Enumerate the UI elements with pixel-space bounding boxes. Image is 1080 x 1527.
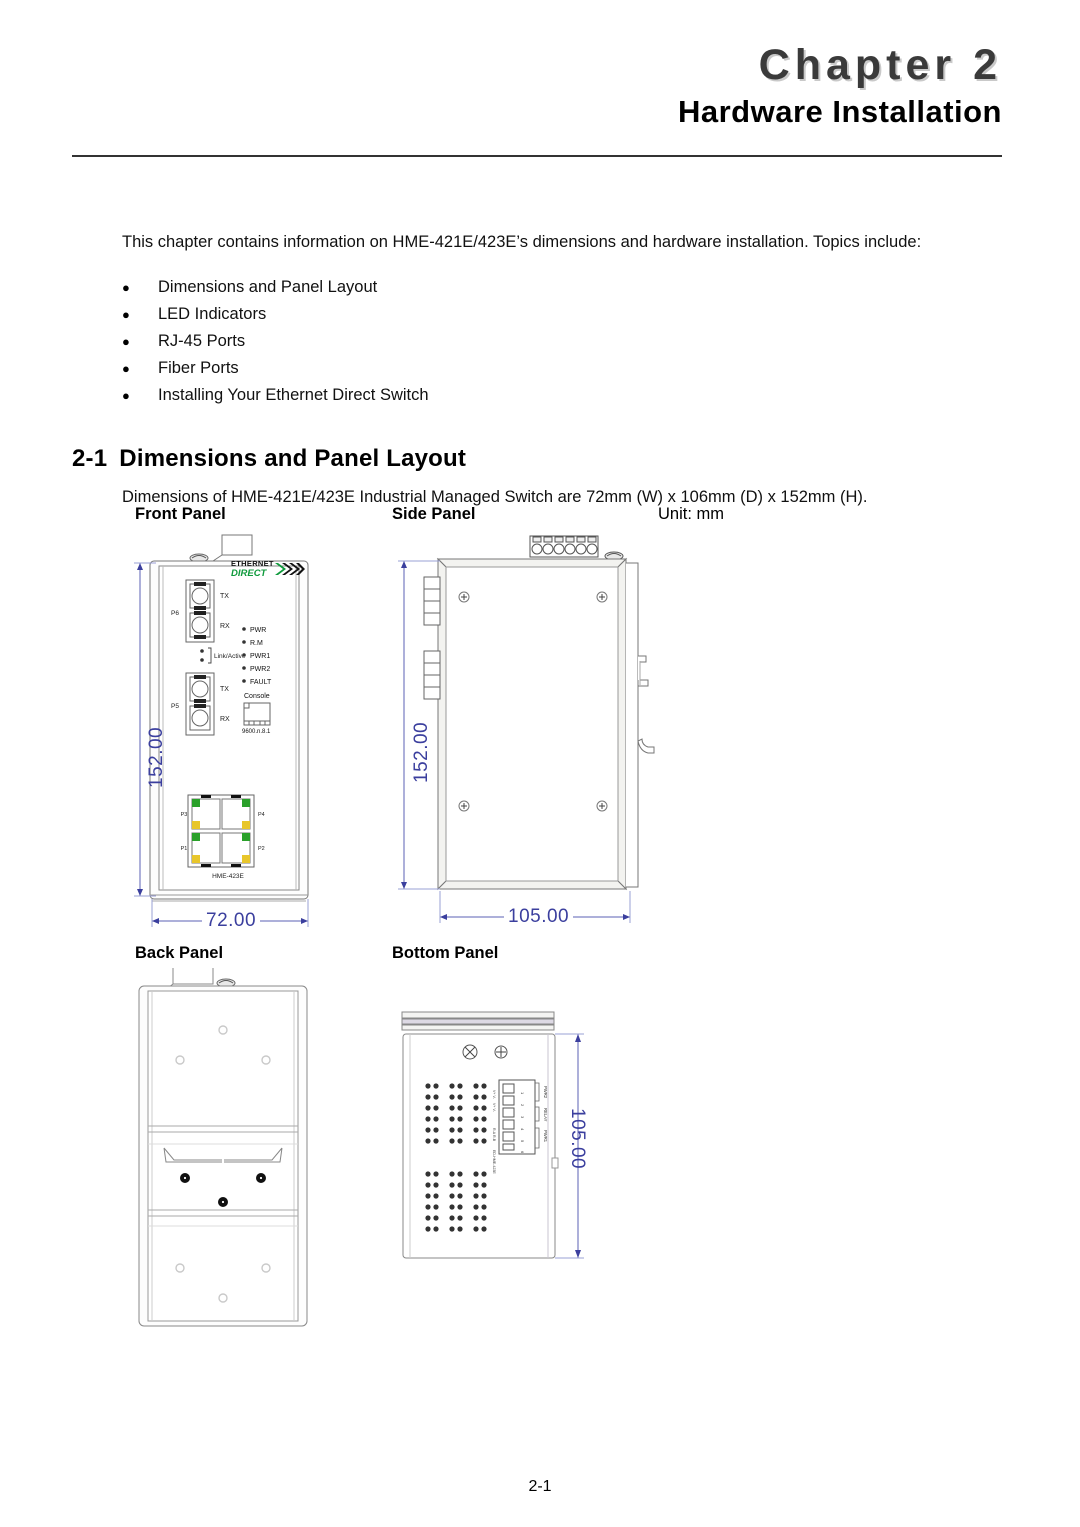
bullet-icon: ●: [122, 388, 130, 403]
chapter-label: Chapter 2: [758, 41, 1002, 89]
fiber-port-p6: [185, 579, 215, 643]
bottom-panel-caption: Bottom Panel: [392, 944, 499, 962]
front-panel-diagram: ETHERNET DIRECT P6 TX RX Link/Active P5 …: [130, 533, 355, 938]
terminal-block: [529, 535, 599, 558]
list-item: ● LED Indicators: [122, 301, 952, 328]
svg-text:R-A R-B: R-A R-B: [492, 1128, 496, 1142]
port-label-p6: P6: [171, 610, 179, 617]
list-item-label: Installing Your Ethernet Direct Switch: [158, 386, 429, 404]
top-rail: [401, 1011, 555, 1031]
chapter-title: Hardware Installation: [677, 94, 1002, 129]
rj45-label-p1: P1: [181, 846, 188, 852]
led-label-pwr: PWR: [250, 627, 266, 634]
rj45-port-p4: [221, 795, 251, 830]
bullet-icon: ●: [122, 334, 130, 349]
model-label: HME-423E: [212, 873, 244, 880]
port-rx-label: RX: [220, 716, 230, 723]
list-item: ● Installing Your Ethernet Direct Switch: [122, 382, 952, 409]
port-tx-label: TX: [220, 593, 229, 600]
bullet-icon: ●: [122, 307, 130, 322]
rj45-port-p1: [191, 832, 221, 867]
bottom-panel-diagram: V+ V- V+ V- R-A R-B ED-HME-423E 1 2 3 4 …: [392, 1008, 602, 1286]
list-item: ● RJ-45 Ports: [122, 328, 952, 355]
side-flange-top: [423, 576, 441, 626]
bullet-icon: ●: [122, 280, 130, 295]
side-panel-caption: Side Panel: [392, 505, 476, 523]
side-panel-diagram: 152.00 105.00: [392, 533, 712, 943]
svg-text:ETHERNET: ETHERNET: [231, 559, 274, 568]
section-description: Dimensions of HME-421E/423E Industrial M…: [122, 487, 868, 506]
list-item-label: LED Indicators: [158, 305, 267, 323]
list-item-label: RJ-45 Ports: [158, 332, 246, 350]
page-number: 2-1: [528, 1478, 552, 1495]
rj45-label-p3: P3: [181, 812, 188, 818]
vent-side-labels: V+ V- V+ V- R-A R-B ED-HME-423E: [492, 1090, 496, 1174]
list-item: ● Dimensions and Panel Layout: [122, 274, 952, 301]
din-rail-clip: [626, 562, 655, 888]
port-label-p5: P5: [171, 703, 179, 710]
header-divider: [72, 155, 1002, 157]
front-panel-width-dim: 72.00: [202, 910, 261, 932]
port-tx-label: TX: [220, 686, 229, 693]
topic-list: ● Dimensions and Panel Layout ● LED Indi…: [122, 274, 952, 409]
bullet-icon: ●: [122, 361, 130, 376]
section-number: 2-1: [72, 444, 108, 472]
section-title: Dimensions and Panel Layout: [119, 444, 467, 472]
front-panel-caption: Front Panel: [135, 505, 226, 523]
side-flange-bottom: [423, 650, 441, 700]
fiber-port-p5: [185, 672, 215, 736]
side-panel-svg: [398, 535, 655, 923]
svg-text:RELAY: RELAY: [543, 1108, 548, 1122]
back-panel-caption: Back Panel: [135, 944, 224, 962]
rj45-port-p2: [221, 832, 251, 867]
link-active-label: Link/Active: [214, 653, 246, 660]
svg-text:V+ V-: V+ V-: [492, 1103, 496, 1113]
back-panel-diagram: [128, 968, 323, 1346]
front-panel-height-dim: 152.00: [146, 726, 167, 788]
list-item-label: Fiber Ports: [158, 359, 239, 377]
unit-note: Unit: mm: [658, 505, 724, 523]
back-panel-svg: [138, 968, 308, 1327]
led-label-rm: R.M: [250, 640, 263, 647]
port-rx-label: RX: [220, 623, 230, 630]
list-item-label: Dimensions and Panel Layout: [158, 278, 378, 296]
rj45-label-p2: P2: [258, 846, 265, 852]
led-label-pwr2: PWR2: [250, 666, 270, 673]
console-setting-label: 9600.n.8.1: [242, 729, 271, 735]
console-label: Console: [244, 693, 270, 700]
bottom-panel-depth-dim: 105.00: [567, 1108, 588, 1170]
side-panel-height-dim: 152.00: [411, 721, 432, 783]
section-heading: 2-1 Dimensions and Panel Layout: [72, 445, 466, 473]
svg-text:PWR2: PWR2: [543, 1086, 548, 1099]
bottom-terminal-block: [498, 1079, 536, 1155]
model-code-label: ED-HME-423E: [492, 1150, 496, 1174]
svg-text:PWR1: PWR1: [543, 1130, 548, 1143]
svg-text:V+ V-: V+ V-: [492, 1090, 496, 1100]
chapter-header: Chapter 2 Hardware Installation: [72, 44, 1002, 132]
led-label-pwr1: PWR1: [250, 653, 270, 660]
svg-text:DIRECT: DIRECT: [231, 568, 268, 579]
rj45-port-cluster: P3 P4 P1 P2: [181, 794, 265, 868]
terminal-group-labels: PWR2 RELAY PWR1: [543, 1086, 548, 1143]
rj45-label-p4: P4: [258, 812, 265, 818]
console-rj45-jack: [243, 702, 271, 726]
side-panel-width-dim: 105.00: [504, 906, 574, 928]
intro-paragraph: This chapter contains information on HME…: [122, 232, 922, 251]
led-label-fault: FAULT: [250, 679, 272, 686]
list-item: ● Fiber Ports: [122, 355, 952, 382]
rj45-port-p3: [191, 795, 221, 830]
